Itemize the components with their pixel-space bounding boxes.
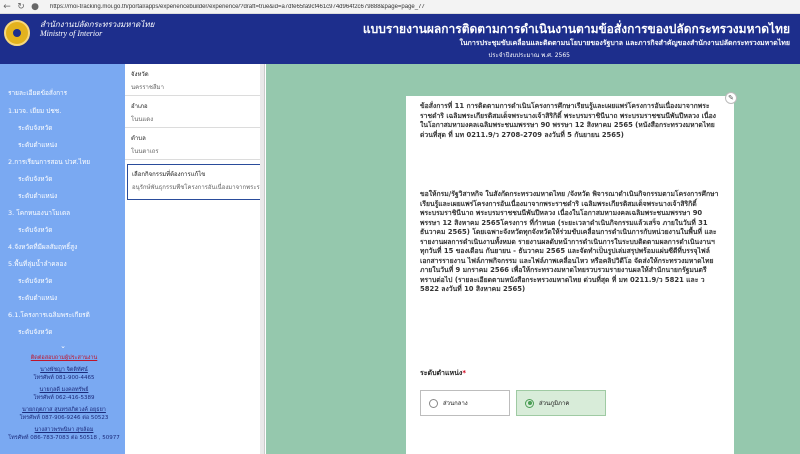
sidebar-subitem[interactable]: ระดับตำแหน่ง: [8, 191, 125, 201]
radio-option-regional[interactable]: ส่วนภูมิภาค: [516, 390, 606, 416]
filter-panel: จังหวัด นครราชสีมา อำเภอ โนนแดง ตำบล โนน…: [125, 64, 265, 454]
contact-phone: โทรศัพท์ 087-906-9246 ต่อ 50523: [19, 415, 109, 421]
sidebar-subitem[interactable]: ระดับจังหวัด: [8, 123, 125, 133]
radio-selected-icon[interactable]: [525, 398, 534, 408]
reload-icon[interactable]: ↻: [14, 0, 28, 14]
sidebar-subitem[interactable]: ระดับจังหวัด: [8, 276, 125, 286]
contact-phone: โทรศัพท์ 086-783-7083 ต่อ 50518 , 50977: [8, 435, 120, 441]
browser-address-bar: ← ↻ ● https://moi-tracking.moi.go.th/por…: [0, 0, 800, 14]
filter-value: โนนตาเถร: [131, 148, 159, 155]
contact-name[interactable]: นายกุลดี มงคลทรัพย์: [8, 386, 120, 394]
fiscal-year: ประจำปีงบประมาณ พ.ศ. 2565: [488, 52, 571, 59]
sidebar-item[interactable]: 6.1.โครงการเฉลิมพระเกียรติ: [8, 310, 125, 320]
sidebar-item[interactable]: 4.จังหวัดที่มีผลสัมฤทธิ์สูง: [8, 242, 125, 252]
filter-value: นครราชสีมา: [131, 84, 164, 91]
contact-phone: โทรศัพท์ 062-416-5389: [33, 395, 95, 401]
lock-icon: ●: [31, 1, 39, 12]
contact-name[interactable]: นางสาวพรพนิษา สุขล้อม: [8, 426, 120, 434]
filter-label: เลือกกิจกรรมที่ต้องการแก้ไข: [132, 171, 206, 178]
back-icon[interactable]: ←: [0, 0, 14, 14]
contact-name[interactable]: นางพัชญา จิตติทัศน์: [8, 366, 120, 374]
sidebar-subitem[interactable]: ระดับจังหวัด: [8, 327, 125, 337]
radio-label: ส่วนกลาง: [443, 400, 468, 407]
position-level-text: ระดับตำแหน่ง: [420, 369, 463, 377]
filter-district[interactable]: อำเภอ โนนแดง: [125, 96, 264, 128]
filter-province[interactable]: จังหวัด นครราชสีมา: [125, 64, 264, 96]
filter-activity-select[interactable]: เลือกกิจกรรมที่ต้องการแก้ไข อนุรักษ์พันธ…: [127, 164, 262, 200]
filter-label: จังหวัด: [131, 71, 149, 78]
app-header: สำนักงานปลัดกระทรวงมหาดไทย Ministry of I…: [0, 14, 800, 64]
form-card: ✎ ข้อสั่งการที่ 11 การติดตามการดำเนินโคร…: [406, 92, 737, 454]
sidebar-subitem[interactable]: ระดับตำแหน่ง: [8, 293, 125, 303]
radio-label: ส่วนภูมิภาค: [539, 400, 570, 407]
contact-section: ติดต่อสอบถามผู้ประสานงาน นางพัชญา จิตติท…: [8, 354, 120, 442]
directive-detail-paragraph: ขอให้กรม/รัฐวิสาหกิจ ในสังกัดกระทรวงมหาด…: [420, 190, 719, 293]
filter-scrollbar[interactable]: [260, 64, 264, 454]
page-title: แบบรายงานผลการติดตามการดำเนินงานตามข้อสั…: [362, 22, 790, 36]
radio-circle-icon[interactable]: [429, 398, 438, 408]
sidebar-subitem[interactable]: ระดับตำแหน่ง: [8, 140, 125, 150]
ministry-logo-icon: [4, 20, 30, 46]
contact-name[interactable]: นายกฤตภาส สุนทรสภิตวงค์ อยุธยา: [8, 406, 120, 414]
radio-option-central[interactable]: ส่วนกลาง: [420, 390, 510, 416]
sidebar-item[interactable]: 1.มวจ. เยียม ปชช.: [8, 106, 125, 116]
required-asterisk: *: [462, 369, 466, 377]
directive-paragraph: ข้อสั่งการที่ 11 การติดตามการดำเนินโครงก…: [420, 102, 716, 139]
contact-phone: โทรศัพท์ 081-900-4465: [33, 375, 95, 381]
sidebar-subitem[interactable]: ระดับจังหวัด: [8, 174, 125, 184]
position-level-label: ระดับตำแหน่ง*: [420, 368, 466, 379]
sidebar-nav: รายละเอียดข้อสั่งการ 1.มวจ. เยียม ปชช. ระ…: [0, 64, 125, 454]
filter-value: โนนแดง: [131, 116, 154, 123]
main-content: ✎ ข้อสั่งการที่ 11 การติดตามการดำเนินโคร…: [266, 64, 800, 454]
sidebar-heading: รายละเอียดข้อสั่งการ: [8, 89, 68, 97]
filter-subdistrict[interactable]: ตำบล โนนตาเถร: [125, 128, 264, 160]
filter-label: อำเภอ: [131, 103, 148, 110]
sidebar-item[interactable]: 3. โคกหนองนาโมเดล: [8, 208, 125, 218]
edit-pencil-icon[interactable]: ✎: [725, 92, 737, 104]
chevron-down-icon[interactable]: ⌄: [8, 342, 118, 350]
url-field[interactable]: https://moi-tracking.moi.go.th/portal/ap…: [50, 4, 425, 10]
filter-label: ตำบล: [131, 135, 146, 142]
filter-value: อนุรักษ์พันธุกรรมพืชโครงการอันเนื่องมาจา…: [132, 184, 260, 191]
sidebar-item[interactable]: 5.พื้นที่ลุ่มน้ำลำคลอง: [8, 259, 125, 269]
sidebar-subitem[interactable]: ระดับจังหวัด: [8, 225, 125, 235]
contact-coordinator-link[interactable]: ติดต่อสอบถามผู้ประสานงาน: [8, 354, 120, 362]
sidebar-item[interactable]: 2.การเรียนการสอน ปวศ.ไทย: [8, 157, 125, 167]
org-name-english: Ministry of Interior: [40, 29, 103, 38]
page-subtitle: ในการประชุมขับเคลื่อนและติดตามนโยบายของร…: [459, 39, 790, 47]
